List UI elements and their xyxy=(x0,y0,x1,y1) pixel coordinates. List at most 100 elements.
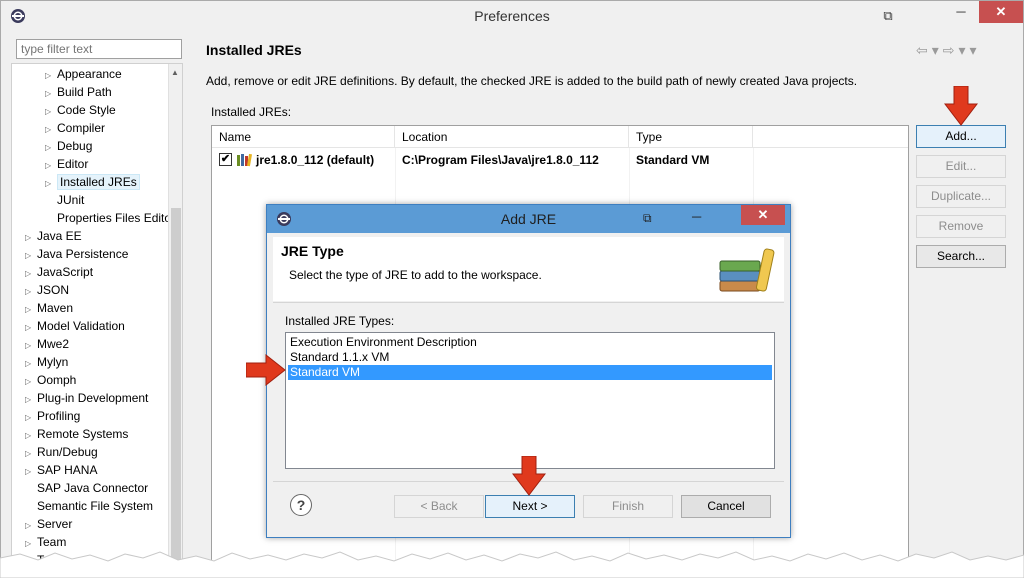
cancel-button[interactable]: Cancel xyxy=(681,495,771,518)
installed-jres-label: Installed JREs: xyxy=(211,105,292,119)
tree-item-label: Server xyxy=(37,517,73,531)
finish-button[interactable]: Finish xyxy=(583,495,673,518)
column-header-type[interactable]: Type xyxy=(629,126,753,148)
jre-types-label: Installed JRE Types: xyxy=(285,314,395,328)
table-header: Name Location Type xyxy=(212,126,908,148)
tree-item-label: JUnit xyxy=(57,193,85,207)
column-header-name[interactable]: Name xyxy=(212,126,395,148)
tree-item-label: Oomph xyxy=(37,373,77,387)
tree-item-server[interactable]: ▷ Server xyxy=(25,515,72,533)
tree-scrollbar[interactable]: ▲ xyxy=(168,64,182,562)
tree-item-label: Appearance xyxy=(57,67,122,81)
next-button[interactable]: Next > xyxy=(485,495,575,518)
dialog-header-subtitle: Select the type of JRE to add to the wor… xyxy=(289,268,542,282)
jre-types-list[interactable]: Execution Environment Description Standa… xyxy=(285,332,775,469)
window-menu-icon[interactable]: ⧉ xyxy=(873,5,903,27)
tree-item-maven[interactable]: ▷ Maven xyxy=(25,299,73,317)
tree-item-mwe2[interactable]: ▷ Mwe2 xyxy=(25,335,69,353)
tree-item-label: Semantic File System xyxy=(37,499,154,513)
tree-item-oomph[interactable]: ▷ Oomph xyxy=(25,371,76,389)
title-bar[interactable]: Preferences ⧉ ─ ✕ xyxy=(1,1,1023,31)
tree-item-build-path[interactable]: ▷ Build Path xyxy=(45,83,112,101)
tree-item-label: JavaScript xyxy=(37,265,94,279)
window-title: Preferences xyxy=(474,8,550,24)
back-button[interactable]: < Back xyxy=(394,495,484,518)
tree-item-java-persistence[interactable]: ▷ Java Persistence xyxy=(25,245,128,263)
tree-item-label: Plug-in Development xyxy=(37,391,149,405)
tree-item-javascript[interactable]: ▷ JavaScript xyxy=(25,263,93,281)
torn-edge-decoration xyxy=(0,551,1024,578)
tree-item-label: Debug xyxy=(57,139,93,153)
tree-item-label: Installed JREs xyxy=(57,174,140,190)
tree-item-sap-java-connector[interactable]: SAP Java Connector xyxy=(25,479,148,497)
list-item-selected[interactable]: Standard VM xyxy=(288,365,772,380)
table-row[interactable]: ✔ jre1.8.0_112 (default) C:\Program File… xyxy=(212,150,908,170)
dialog-header: JRE Type Select the type of JRE to add t… xyxy=(273,237,784,301)
tree-item-label: Mylyn xyxy=(37,355,69,369)
add-jre-button[interactable]: Add... xyxy=(916,125,1006,148)
tree-item-label: Model Validation xyxy=(37,319,125,333)
default-jre-checkbox[interactable]: ✔ xyxy=(219,153,232,166)
jre-library-icon xyxy=(237,153,252,167)
annotation-arrow-down-icon xyxy=(944,86,978,126)
dialog-title: Add JRE xyxy=(500,211,557,227)
tree-item-label: Java EE xyxy=(37,229,82,243)
tree-item-json[interactable]: ▷ JSON xyxy=(25,281,69,299)
jre-type-cell: Standard VM xyxy=(636,153,710,167)
column-header-location[interactable]: Location xyxy=(395,126,629,148)
tree-item-label: Code Style xyxy=(57,103,116,117)
search-jre-button[interactable]: Search... xyxy=(916,245,1006,268)
remove-jre-button[interactable]: Remove xyxy=(916,215,1006,238)
history-nav-icons[interactable]: ⇦▾⇨▾▾ xyxy=(916,42,981,59)
tree-item-label: SAP HANA xyxy=(37,463,98,477)
tree-item-semantic-file-system[interactable]: Semantic File System xyxy=(25,497,153,515)
tree-item-debug[interactable]: ▷ Debug xyxy=(45,137,92,155)
window-menu-icon[interactable]: ⧉ xyxy=(643,211,652,226)
tree-item-model-validation[interactable]: ▷ Model Validation xyxy=(25,317,125,335)
tree-item-compiler[interactable]: ▷ Compiler xyxy=(45,119,105,137)
tree-item-label: Remote Systems xyxy=(37,427,129,441)
tree-item-run-debug[interactable]: ▷ Run/Debug xyxy=(25,443,98,461)
jre-name-cell: jre1.8.0_112 (default) xyxy=(256,153,375,167)
dialog-minimize-button[interactable]: ─ xyxy=(692,209,701,224)
close-button[interactable]: ✕ xyxy=(979,1,1023,23)
dialog-close-button[interactable]: ✕ xyxy=(741,205,785,225)
tree-item-installed-jres[interactable]: ▷ Installed JREs xyxy=(45,173,140,191)
scrollbar-thumb[interactable] xyxy=(171,208,181,562)
tree-item-java-ee[interactable]: ▷ Java EE xyxy=(25,227,82,245)
tree-item-remote-systems[interactable]: ▷ Remote Systems xyxy=(25,425,128,443)
tree-item-appearance[interactable]: ▷ Appearance xyxy=(45,65,122,83)
dialog-header-title: JRE Type xyxy=(281,243,344,259)
tree-item-profiling[interactable]: ▷ Profiling xyxy=(25,407,80,425)
tree-item-label: Properties Files Edito xyxy=(57,211,172,225)
page-title: Installed JREs xyxy=(206,42,302,58)
scroll-up-icon[interactable]: ▲ xyxy=(171,68,179,77)
tree-item-plug-in-development[interactable]: ▷ Plug-in Development xyxy=(25,389,148,407)
minimize-button[interactable]: ─ xyxy=(946,1,976,23)
help-icon[interactable]: ? xyxy=(290,494,312,516)
annotation-arrow-down-icon xyxy=(512,456,546,496)
tree-item-label: Editor xyxy=(57,157,89,171)
tree-item-mylyn[interactable]: ▷ Mylyn xyxy=(25,353,68,371)
tree-item-label: Java Persistence xyxy=(37,247,129,261)
page-description: Add, remove or edit JRE definitions. By … xyxy=(206,74,858,88)
tree-item-label: Build Path xyxy=(57,85,112,99)
tree-item-label: Mwe2 xyxy=(37,337,70,351)
edit-jre-button[interactable]: Edit... xyxy=(916,155,1006,178)
books-library-icon xyxy=(719,248,775,292)
tree-item-label: Profiling xyxy=(37,409,81,423)
dialog-title-bar[interactable]: Add JRE ⧉ ─ ✕ xyxy=(267,205,790,233)
tree-item-junit[interactable]: JUnit xyxy=(45,191,84,209)
tree-item-editor[interactable]: ▷ Editor xyxy=(45,155,88,173)
list-item[interactable]: Execution Environment Description xyxy=(288,335,772,350)
tree-item-label: JSON xyxy=(37,283,70,297)
tree-item-label: Compiler xyxy=(57,121,106,135)
filter-input[interactable] xyxy=(16,39,182,59)
tree-item-properties-files-edito[interactable]: Properties Files Edito xyxy=(45,209,171,227)
jre-location-cell: C:\Program Files\Java\jre1.8.0_112 xyxy=(402,153,599,167)
preferences-tree: ▷ Appearance ▷ Build Path ▷ Code Style ▷ Compil… xyxy=(11,63,183,563)
duplicate-jre-button[interactable]: Duplicate... xyxy=(916,185,1006,208)
list-item[interactable]: Standard 1.1.x VM xyxy=(288,350,772,365)
tree-item-sap-hana[interactable]: ▷ SAP HANA xyxy=(25,461,97,479)
tree-item-code-style[interactable]: ▷ Code Style xyxy=(45,101,116,119)
